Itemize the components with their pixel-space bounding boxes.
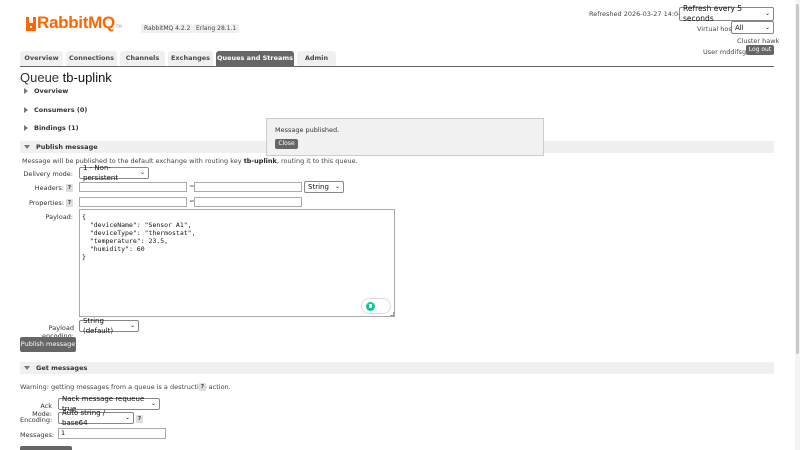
main-nav: Overview Connections Channels Exchanges … [20, 51, 339, 66]
section-consumers-label: Consumers (0) [34, 106, 88, 114]
messages-count-input[interactable]: 1 [58, 428, 166, 439]
payload-textarea[interactable]: { "deviceName": "Sensor A1", "deviceType… [79, 209, 395, 317]
erlang-version: Erlang 28.1.1 [193, 24, 240, 33]
queue-name: tb-uplink [62, 70, 112, 85]
get-encoding-select[interactable]: Auto string / base64 ⌄ [58, 409, 134, 427]
get-encoding-value: Auto string / base64 [62, 409, 106, 427]
resize-grip-icon[interactable] [390, 312, 394, 316]
section-bindings-label: Bindings (1) [34, 124, 79, 132]
header-value-input[interactable] [194, 182, 302, 192]
chevron-down-icon: ⌄ [124, 414, 130, 421]
section-overview-label: Overview [34, 87, 69, 95]
virtual-host-select[interactable]: All ⌄ [731, 21, 774, 34]
page-title-prefix: Queue [20, 70, 60, 85]
current-user: User mddifsge [703, 48, 751, 56]
chevron-down-icon: ⌄ [764, 10, 770, 17]
toast-close-button[interactable]: Close [275, 139, 298, 149]
chevron-down-icon: ⌄ [764, 23, 770, 31]
delivery-mode-select[interactable]: 1 - Non-persistent ⌄ [79, 164, 149, 182]
get-encoding-help-icon[interactable]: ? [136, 415, 143, 423]
caret-down-icon [24, 366, 30, 370]
properties-label: Properties: [28, 199, 64, 207]
section-consumers[interactable]: Consumers (0) [20, 104, 87, 116]
tab-admin[interactable]: Admin [297, 51, 336, 66]
rabbitmq-version: RabbitMQ 4.2.2 [141, 24, 194, 33]
header-key-input[interactable] [79, 182, 187, 192]
nav-divider [20, 66, 774, 67]
tab-exchanges[interactable]: Exchanges [168, 51, 213, 66]
publish-message-button[interactable]: Publish message [20, 337, 76, 352]
tab-overview[interactable]: Overview [20, 51, 63, 66]
chevron-down-icon: ⌄ [139, 169, 145, 176]
grammar-assistant-icon[interactable] [361, 298, 391, 314]
section-publish-label: Publish message [36, 143, 98, 151]
tab-channels[interactable]: Channels [120, 51, 165, 66]
header-type-value: String [308, 183, 329, 191]
get-encoding-label: Encoding: [20, 416, 53, 424]
grammar-assistant-dot [366, 302, 375, 311]
page-title: Queue tb-uplink [20, 70, 112, 85]
publish-info-suffix: , routing it to this queue. [276, 157, 358, 165]
virtual-host-value: All [735, 23, 744, 32]
toast-message: Message published. [275, 126, 340, 134]
rabbit-logo-icon [26, 17, 36, 31]
logo-trademark: TM [115, 24, 122, 29]
headers-help-icon[interactable]: ? [66, 184, 73, 192]
rabbitmq-logo[interactable]: RabbitMQ TM [26, 11, 122, 31]
logout-button[interactable]: Log out [746, 45, 774, 55]
get-messages-button[interactable] [20, 446, 72, 450]
headers-label: Headers: [34, 184, 64, 192]
refreshed-timestamp: Refreshed 2026-03-27 14:04:19 [589, 10, 693, 18]
get-warning-help-icon[interactable]: ? [199, 383, 206, 391]
section-bindings[interactable]: Bindings (1) [20, 122, 79, 134]
logo-wordmark: RabbitMQ [37, 13, 115, 32]
chevron-down-icon: ⌄ [129, 322, 135, 329]
payload-label: Payload: [45, 213, 73, 221]
chevron-down-icon: ⌄ [150, 400, 156, 407]
publish-info-text: Message will be published to the default… [22, 157, 358, 165]
caret-down-icon [24, 145, 30, 149]
payload-encoding-value: String (default) [83, 317, 114, 335]
properties-help-icon[interactable]: ? [66, 199, 73, 207]
notification-toast: Message published. Close [266, 118, 544, 156]
tab-connections[interactable]: Connections [66, 51, 117, 66]
virtual-host-label: Virtual host [697, 25, 735, 33]
delivery-mode-value: 1 - Non-persistent [83, 164, 119, 182]
caret-right-icon [24, 88, 28, 94]
delivery-mode-label: Delivery mode: [23, 170, 73, 178]
caret-right-icon [24, 125, 28, 131]
cluster-name: Cluster hawk [737, 37, 780, 45]
chevron-down-icon: ⌄ [334, 183, 340, 190]
messages-count-label: Messages: [20, 431, 55, 439]
property-value-input[interactable] [194, 197, 302, 207]
section-overview[interactable]: Overview [20, 85, 68, 97]
property-key-input[interactable] [79, 197, 187, 207]
section-get-label: Get messages [36, 364, 88, 372]
section-get-messages[interactable]: Get messages [20, 362, 774, 374]
scrollbar-thumb[interactable] [796, 4, 799, 354]
caret-right-icon [24, 107, 28, 113]
payload-encoding-select[interactable]: String (default) ⌄ [79, 317, 139, 335]
refresh-interval-select[interactable]: Refresh every 5 seconds ⌄ [679, 4, 774, 23]
tab-queues-and-streams[interactable]: Queues and Streams [216, 51, 294, 66]
routing-key: tb-uplink [243, 157, 277, 165]
header-type-select[interactable]: String ⌄ [304, 181, 344, 193]
